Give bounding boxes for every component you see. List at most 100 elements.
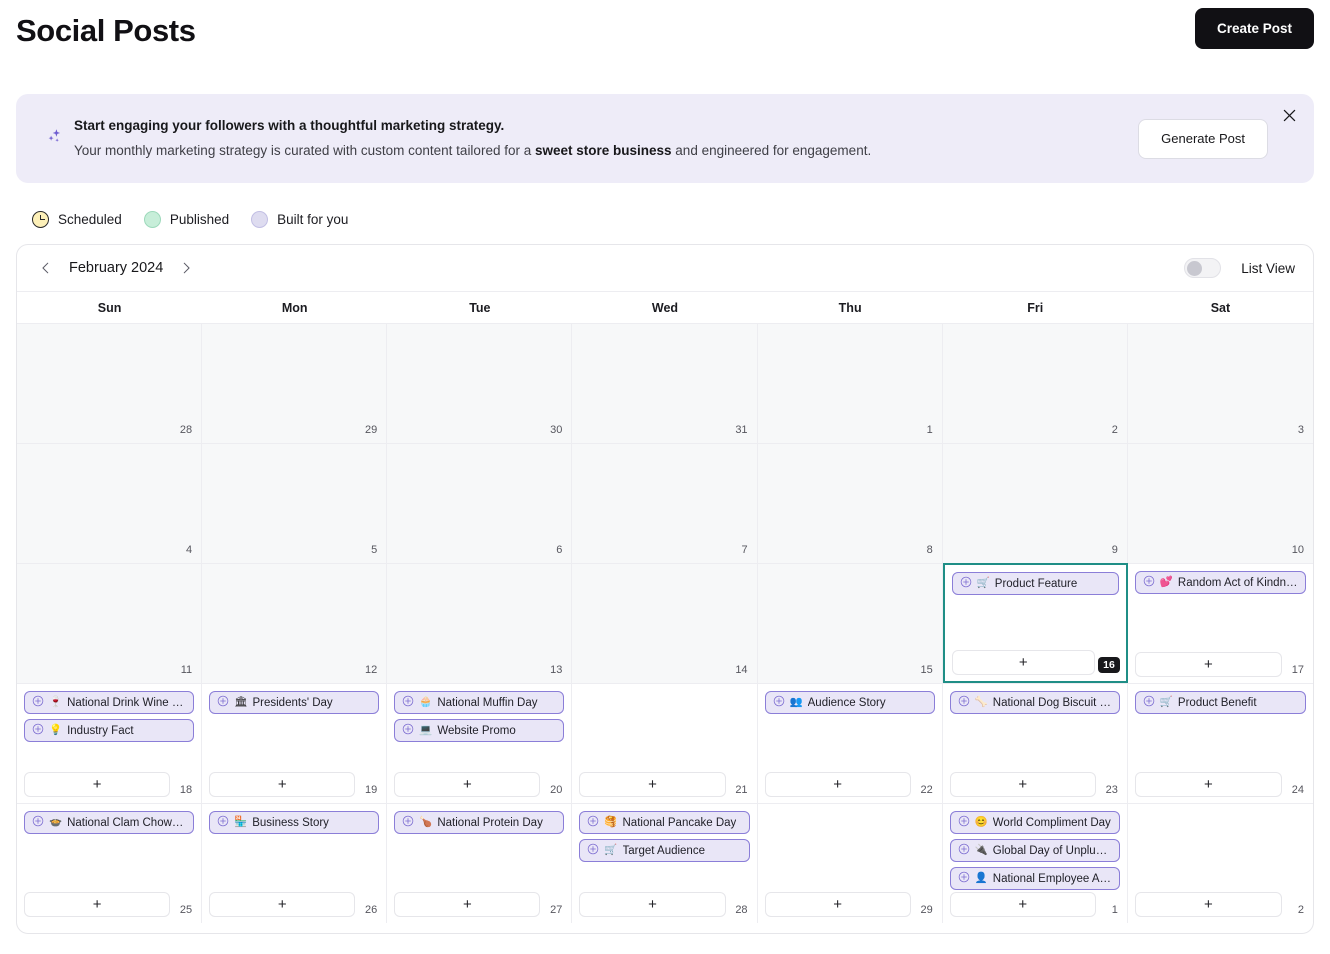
- circle-plus-icon[interactable]: [958, 870, 970, 888]
- calendar-event-chip[interactable]: 💡 Industry Fact: [24, 719, 195, 742]
- add-post-button[interactable]: +: [209, 892, 356, 917]
- calendar-day-cell[interactable]: 6: [387, 443, 573, 563]
- add-post-button[interactable]: +: [764, 772, 911, 797]
- calendar-day-cell[interactable]: 🍲 National Clam Chowder ... +25: [17, 803, 203, 923]
- calendar-day-cell[interactable]: 🥞 National Pancake Day 🛒 Target Audience +28: [572, 803, 758, 923]
- calendar-day-cell[interactable]: 2: [942, 323, 1128, 443]
- circle-plus-icon[interactable]: [217, 694, 229, 712]
- calendar-event-chip[interactable]: 🥞 National Pancake Day: [579, 811, 750, 834]
- add-post-button[interactable]: +: [394, 892, 541, 917]
- calendar-day-cell[interactable]: 29: [202, 323, 388, 443]
- calendar-event-chip[interactable]: 💻 Website Promo: [394, 719, 565, 742]
- calendar-day-cell[interactable]: 🛒 Product Benefit +24: [1127, 683, 1313, 803]
- calendar-day-cell[interactable]: 14: [572, 563, 758, 683]
- circle-plus-icon[interactable]: [587, 842, 599, 860]
- calendar-day-cell[interactable]: 31: [572, 323, 758, 443]
- calendar-day-cell[interactable]: 🏪 Business Story +26: [202, 803, 388, 923]
- circle-plus-icon[interactable]: [402, 814, 414, 832]
- add-post-button[interactable]: +: [209, 772, 356, 797]
- calendar-event-chip[interactable]: 🍲 National Clam Chowder ...: [24, 811, 195, 834]
- circle-plus-icon[interactable]: [1143, 694, 1155, 712]
- generate-post-button[interactable]: Generate Post: [1138, 118, 1268, 159]
- calendar-day-cell[interactable]: 7: [572, 443, 758, 563]
- add-post-button[interactable]: +: [394, 772, 541, 797]
- add-post-button[interactable]: +: [949, 772, 1096, 797]
- calendar-event-chip[interactable]: 🛒 Product Benefit: [1134, 691, 1306, 714]
- calendar-day-cell[interactable]: 10: [1127, 443, 1313, 563]
- calendar-day-cell[interactable]: 1: [757, 323, 943, 443]
- circle-plus-icon[interactable]: [958, 814, 970, 832]
- day-number: 12: [365, 664, 378, 676]
- circle-plus-icon[interactable]: [958, 694, 970, 712]
- calendar-event-chip[interactable]: 🏪 Business Story: [209, 811, 380, 834]
- calendar-day-cell[interactable]: +2: [1127, 803, 1313, 923]
- calendar-day-cell[interactable]: 15: [757, 563, 943, 683]
- circle-plus-icon[interactable]: [1143, 574, 1155, 592]
- add-post-button[interactable]: +: [1134, 652, 1282, 677]
- chevron-left-icon[interactable]: [35, 257, 57, 279]
- add-post-button[interactable]: +: [24, 772, 171, 797]
- create-post-button[interactable]: Create Post: [1194, 8, 1314, 49]
- weekday-sat: Sat: [1210, 301, 1231, 315]
- calendar-day-cell[interactable]: 🧁 National Muffin Day 💻 Website Promo +20: [387, 683, 573, 803]
- calendar-day-cell[interactable]: 👥 Audience Story +22: [757, 683, 943, 803]
- calendar-day-cell[interactable]: 🍷 National Drink Wine Day 💡 Industry Fact +1…: [17, 683, 203, 803]
- calendar-day-cell[interactable]: 13: [387, 563, 573, 683]
- calendar-event-chip[interactable]: 👥 Audience Story: [764, 691, 935, 714]
- calendar-day-cell[interactable]: 🛒 Product Feature +16: [942, 563, 1128, 683]
- calendar-day-cell[interactable]: 😊 World Compliment Day 🔌 Global Day of Unpl…: [942, 803, 1128, 923]
- plus-icon: +: [462, 776, 472, 793]
- calendar-event-chip[interactable]: 🍷 National Drink Wine Day: [24, 691, 195, 714]
- calendar-day-cell[interactable]: 💕 Random Act of Kindness ... +17: [1127, 563, 1313, 683]
- calendar-day-cell[interactable]: 11: [17, 563, 203, 683]
- circle-plus-icon[interactable]: [587, 814, 599, 832]
- calendar-event-chip[interactable]: 🔌 Global Day of Unplugging: [949, 839, 1120, 862]
- list-view-label[interactable]: List View: [1241, 261, 1295, 276]
- calendar-day-cell[interactable]: 4: [17, 443, 203, 563]
- add-post-button[interactable]: +: [1134, 892, 1282, 917]
- add-post-button[interactable]: +: [951, 650, 1095, 675]
- calendar-day-cell[interactable]: +29: [757, 803, 943, 923]
- calendar-event-chip[interactable]: 🛒 Target Audience: [579, 839, 750, 862]
- calendar-day-cell[interactable]: 9: [942, 443, 1128, 563]
- calendar-day-cell[interactable]: 28: [17, 323, 203, 443]
- add-post-button[interactable]: +: [1134, 772, 1282, 797]
- calendar-event-chip[interactable]: 💕 Random Act of Kindness ...: [1134, 571, 1306, 594]
- circle-plus-icon[interactable]: [32, 694, 44, 712]
- calendar-weekday-header: Sun Mon Tue Wed Thu Fri Sat: [17, 291, 1313, 323]
- calendar-event-chip[interactable]: 🛒 Product Feature: [951, 572, 1119, 595]
- circle-plus-icon[interactable]: [402, 722, 414, 740]
- calendar-event-chip[interactable]: 🦴 National Dog Biscuit Day: [949, 691, 1120, 714]
- calendar-day-cell[interactable]: 🍗 National Protein Day +27: [387, 803, 573, 923]
- calendar-day-cell[interactable]: 12: [202, 563, 388, 683]
- calendar-event-chip[interactable]: 🧁 National Muffin Day: [394, 691, 565, 714]
- calendar-event-chip[interactable]: 🍗 National Protein Day: [394, 811, 565, 834]
- calendar-event-chip[interactable]: 🏛 Presidents' Day: [209, 691, 380, 714]
- calendar-event-chip[interactable]: 😊 World Compliment Day: [949, 811, 1120, 834]
- circle-plus-icon[interactable]: [32, 814, 44, 832]
- circle-plus-icon[interactable]: [773, 694, 785, 712]
- add-post-button[interactable]: +: [579, 892, 726, 917]
- chevron-right-icon[interactable]: [175, 257, 197, 279]
- calendar-day-cell[interactable]: 5: [202, 443, 388, 563]
- close-icon[interactable]: [1276, 102, 1302, 128]
- add-post-button[interactable]: +: [579, 772, 726, 797]
- list-view-toggle[interactable]: [1184, 258, 1222, 278]
- add-post-button[interactable]: +: [764, 892, 911, 917]
- calendar-day-cell[interactable]: 30: [387, 323, 573, 443]
- circle-plus-icon[interactable]: [958, 842, 970, 860]
- calendar-day-cell[interactable]: 🦴 National Dog Biscuit Day +23: [942, 683, 1128, 803]
- add-post-button[interactable]: +: [24, 892, 171, 917]
- calendar-day-cell[interactable]: 🏛 Presidents' Day +19: [202, 683, 388, 803]
- calendar-day-cell[interactable]: 3: [1127, 323, 1313, 443]
- calendar-grid: 28 29 30 31 1 2 3 4 5 6 7 8 9 10 11 12 13 14 15 🛒 Product Fe…: [17, 323, 1313, 923]
- circle-plus-icon[interactable]: [402, 694, 414, 712]
- circle-plus-icon[interactable]: [960, 575, 972, 593]
- plus-icon: +: [648, 776, 657, 793]
- add-post-button[interactable]: +: [949, 892, 1096, 917]
- calendar-day-cell[interactable]: 8: [757, 443, 943, 563]
- circle-plus-icon[interactable]: [32, 722, 44, 740]
- circle-plus-icon[interactable]: [217, 814, 229, 832]
- calendar-day-cell[interactable]: +21: [572, 683, 758, 803]
- calendar-event-chip[interactable]: 👤 National Employee Appr...: [949, 867, 1120, 890]
